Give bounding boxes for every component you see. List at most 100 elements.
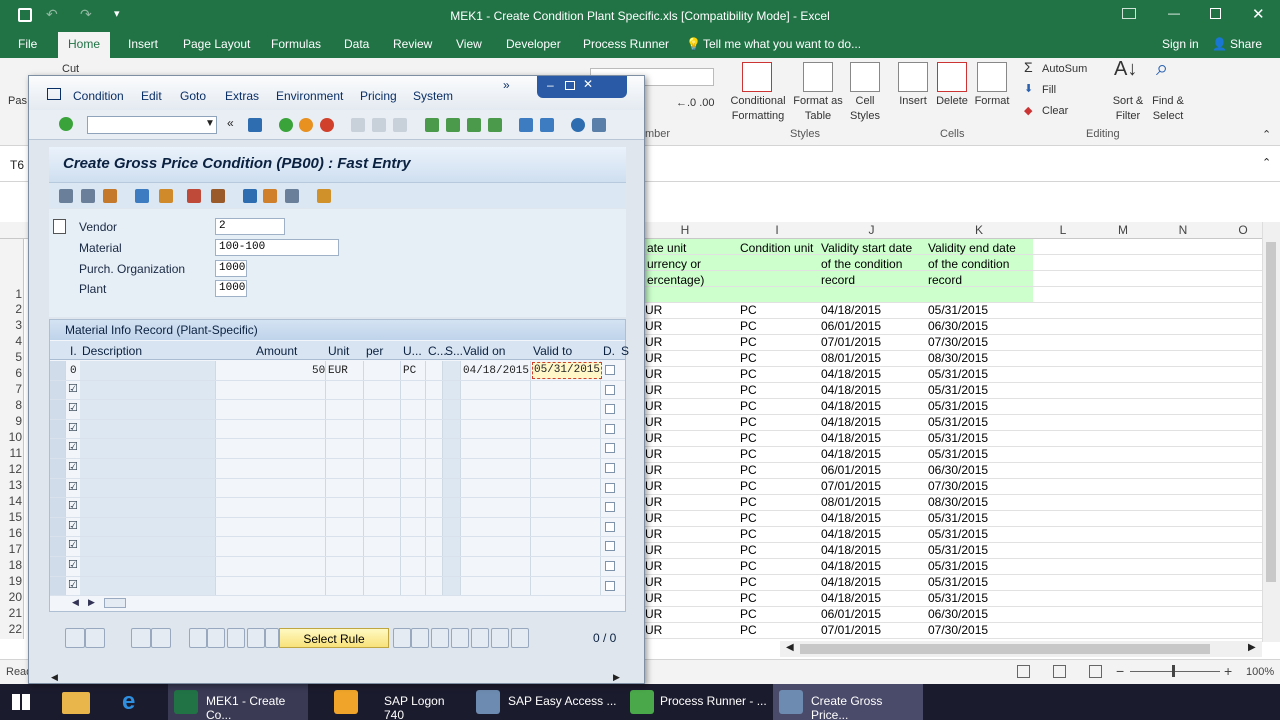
select-all-icon[interactable] [65, 628, 85, 648]
row-checkbox[interactable] [605, 443, 615, 454]
cell-i[interactable]: PC [740, 367, 757, 381]
table-scroll-right-icon[interactable]: ▶ [88, 597, 95, 608]
conditional-formatting-button[interactable]: Conditional Formatting [726, 94, 790, 124]
edit-icon[interactable] [159, 189, 173, 203]
row-number[interactable]: 9 [4, 414, 22, 428]
row-checkbox[interactable] [605, 561, 615, 571]
vendor-field[interactable]: 2 [215, 218, 285, 235]
maximize-icon[interactable] [565, 81, 575, 90]
row-checkbox[interactable] [605, 365, 615, 375]
cell-h[interactable]: UR [645, 431, 662, 445]
cell-h[interactable]: UR [645, 463, 662, 477]
filter-icon[interactable] [471, 628, 489, 648]
cell-k[interactable]: 06/30/2015 [928, 319, 988, 333]
row-selected-checkmark-icon[interactable]: ☑ [68, 519, 78, 532]
tell-me-search[interactable]: Tell me what you want to do... [703, 37, 861, 51]
cell-j[interactable]: 04/18/2015 [821, 415, 881, 429]
insert-row-icon[interactable] [189, 628, 207, 648]
cell-h[interactable]: UR [645, 559, 662, 573]
cell-i[interactable]: PC [740, 431, 757, 445]
row-number[interactable]: 16 [4, 526, 22, 540]
clear-button[interactable]: Clear [1042, 104, 1068, 119]
zoom-in-icon[interactable]: + [1224, 663, 1232, 679]
minimize-icon[interactable]: – [547, 78, 554, 92]
tab-review[interactable]: Review [393, 37, 432, 51]
cell-j[interactable]: 04/18/2015 [821, 591, 881, 605]
delete-cells-button[interactable]: Delete [932, 94, 972, 109]
table-row[interactable]: ☑ [50, 381, 625, 401]
cell-h[interactable]: UR [645, 351, 662, 365]
taskbar-item-process-runner[interactable]: Process Runner - ... [624, 684, 770, 720]
next-page-icon[interactable] [467, 118, 481, 132]
key-combination-icon[interactable] [411, 628, 429, 648]
cell-h[interactable]: UR [645, 527, 662, 541]
cell-h[interactable]: UR [645, 367, 662, 381]
cell-k[interactable]: 05/31/2015 [928, 527, 988, 541]
tab-page-layout[interactable]: Page Layout [183, 37, 250, 51]
cell-i[interactable]: PC [740, 559, 757, 573]
cell-k[interactable]: 05/31/2015 [928, 543, 988, 557]
page-break-view-icon[interactable] [1089, 665, 1102, 678]
select-rule-button[interactable]: Select Rule [279, 628, 389, 648]
undo-icon[interactable] [151, 628, 171, 648]
cell-j[interactable]: 06/01/2015 [821, 463, 881, 477]
cell-i[interactable]: PC [740, 463, 757, 477]
row-number[interactable]: 13 [4, 478, 22, 492]
scales-icon[interactable] [431, 628, 449, 648]
cell-j[interactable]: 04/18/2015 [821, 383, 881, 397]
last-page-icon[interactable] [488, 118, 502, 132]
col-per[interactable]: per [366, 344, 383, 358]
row-checkbox[interactable] [605, 502, 615, 513]
table-settings-icon[interactable] [131, 628, 151, 648]
row-number[interactable]: 2 [4, 302, 22, 316]
transport-icon[interactable] [211, 189, 225, 203]
col-uom[interactable]: U... [403, 344, 422, 358]
cell-k[interactable]: 05/31/2015 [928, 399, 988, 413]
normal-view-icon[interactable] [1017, 665, 1030, 678]
menu-pricing[interactable]: Pricing [360, 89, 397, 103]
cell-j[interactable]: 06/01/2015 [821, 319, 881, 333]
cell-j[interactable]: 04/18/2015 [821, 431, 881, 445]
table-row[interactable]: ☑ [50, 498, 625, 518]
formula-input[interactable] [645, 150, 1255, 178]
row-selected-checkmark-icon[interactable]: ☑ [68, 421, 78, 434]
row-number[interactable]: 8 [4, 398, 22, 412]
cell-h[interactable]: UR [645, 623, 662, 637]
cell-uom[interactable]: PC [403, 365, 416, 377]
column-h[interactable]: H [645, 223, 725, 237]
collapse-ribbon-icon[interactable]: ⌃ [1262, 128, 1271, 143]
cell-k[interactable]: 06/30/2015 [928, 607, 988, 621]
row-selected-checkmark-icon[interactable]: ☑ [68, 499, 78, 512]
status-scroll-left-icon[interactable]: ◀ [51, 672, 58, 683]
column-l[interactable]: L [1033, 223, 1093, 237]
taskbar-item-sap-logon[interactable]: SAP Logon 740 [320, 684, 460, 722]
cell-h[interactable]: UR [645, 303, 662, 317]
table-row[interactable]: ☑ [50, 577, 625, 597]
column-m[interactable]: M [1093, 223, 1153, 237]
material-field[interactable]: 100-100 [215, 239, 339, 256]
cell-k[interactable]: 08/30/2015 [928, 351, 988, 365]
menu-goto[interactable]: Goto [180, 89, 206, 103]
cell-valid_on[interactable]: 04/18/2015 [463, 365, 529, 377]
row-checkbox[interactable] [605, 521, 615, 532]
menu-extras[interactable]: Extras [225, 89, 259, 103]
enter-icon[interactable] [59, 117, 73, 131]
fill-button[interactable]: Fill [1042, 83, 1056, 98]
table-scroll-left-icon[interactable]: ◀ [72, 597, 79, 608]
vertical-scrollbar[interactable] [1262, 222, 1280, 642]
cell-h[interactable]: UR [645, 383, 662, 397]
name-box[interactable]: T6 [10, 158, 24, 172]
status-scroll-right-icon[interactable]: ▶ [613, 672, 620, 683]
close-icon[interactable]: ✕ [583, 77, 593, 91]
shortcut-icon[interactable] [540, 118, 554, 132]
cell-k[interactable]: 05/31/2015 [928, 367, 988, 381]
table-row[interactable]: ☑ [50, 479, 625, 499]
col-description[interactable]: Description [82, 344, 142, 358]
new-session-icon[interactable] [519, 118, 533, 132]
cell-i[interactable]: PC [740, 415, 757, 429]
cell-amount[interactable]: 50 [312, 365, 325, 377]
scroll-thumb[interactable] [800, 644, 1210, 654]
zoom-slider[interactable] [1130, 671, 1220, 672]
header-cell-h[interactable]: ate unit urrency or ercentage) [647, 240, 704, 288]
format-cells-button[interactable]: Format [972, 94, 1012, 109]
